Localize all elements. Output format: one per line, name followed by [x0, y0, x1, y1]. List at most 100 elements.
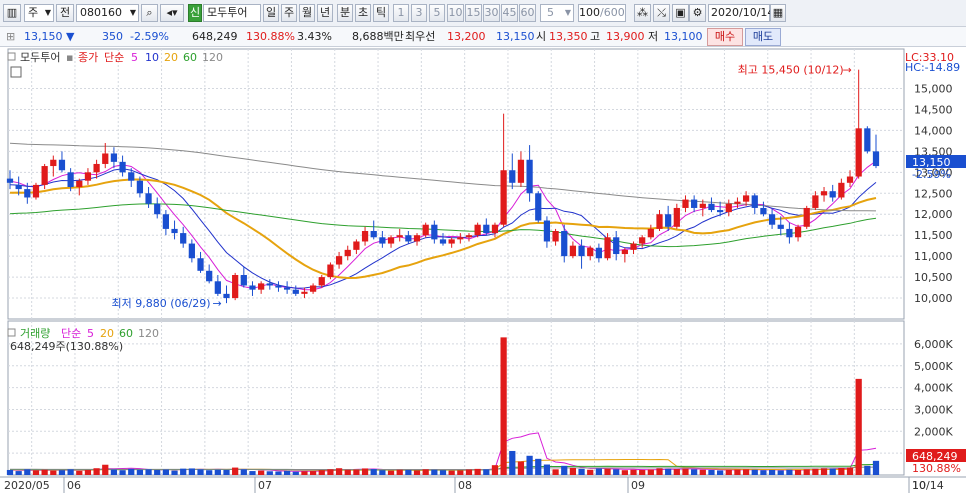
minute-button-45[interactable]: 45	[501, 4, 518, 22]
period-button-year[interactable]: 년	[317, 4, 333, 22]
period-button-second[interactable]: 초	[355, 4, 371, 22]
save-icon[interactable]: ▣	[672, 4, 689, 22]
candle-up	[465, 235, 473, 238]
stock-chart[interactable]: 15,00014,50014,00013,50013,00012,50012,0…	[0, 47, 966, 494]
volume-bar	[465, 469, 473, 475]
volume-bar	[699, 469, 706, 475]
expand-icon[interactable]: ⊞	[6, 30, 15, 44]
volume-bar	[552, 469, 559, 475]
sound-icon[interactable]: ◂▾	[160, 4, 184, 22]
stock-code-input[interactable]: 080160 ▼	[76, 4, 139, 22]
volume-bar	[604, 468, 611, 475]
trend-icon[interactable]: ⤯	[653, 4, 670, 22]
volume-bar	[84, 469, 92, 475]
count-input[interactable]: 100/600	[578, 4, 626, 22]
best-bid: 13,150	[496, 30, 535, 43]
candle-down	[595, 247, 602, 259]
candle-down	[67, 172, 74, 187]
candle-up	[517, 159, 525, 183]
candle-up	[232, 275, 239, 299]
period-button-minute[interactable]: 분	[337, 4, 353, 22]
gear-icon[interactable]: ⚙	[689, 4, 706, 22]
candle-down	[708, 203, 715, 211]
volume-bar	[812, 468, 819, 475]
candle-down	[197, 258, 204, 271]
candle-up	[396, 235, 403, 238]
stock-code-value: 080160	[80, 6, 122, 19]
volume-bar	[734, 469, 741, 475]
candle-down	[292, 289, 299, 294]
candle-down	[240, 275, 247, 286]
candle-down	[439, 239, 447, 244]
minute-button-15[interactable]: 15	[465, 4, 482, 22]
indicator-icon[interactable]: ⁂	[634, 4, 651, 22]
candle-down	[483, 224, 490, 234]
volume-bar	[67, 469, 74, 475]
stock-name-field[interactable]: 모두투어	[203, 4, 261, 22]
candle-up	[76, 180, 83, 187]
mode-button[interactable]: 전	[56, 4, 74, 22]
candle-down	[128, 172, 135, 181]
volume-bar	[794, 469, 802, 475]
period-type-select[interactable]: 주 ▼	[24, 4, 54, 22]
count-value: 100	[579, 6, 600, 19]
candle-up	[838, 182, 845, 198]
minute-button-3[interactable]: 3	[411, 4, 427, 22]
candle-up	[474, 224, 481, 236]
best-quote-label: 최우선	[405, 30, 436, 43]
period-button-day[interactable]: 일	[263, 4, 279, 22]
volume-bar	[110, 469, 118, 475]
candle-up	[344, 249, 351, 257]
chart-area[interactable]: 15,000 14,500 14,000 13,500 13,000 12,500 12,0…	[0, 47, 966, 494]
period-button-month[interactable]: 월	[299, 4, 315, 22]
candle-down	[535, 193, 542, 221]
open-label: 시	[536, 30, 547, 43]
candle-up	[682, 199, 689, 208]
volume-bar	[483, 469, 490, 475]
volume-legend-title: 거래량	[20, 327, 50, 340]
volume-bar	[50, 470, 57, 475]
volume-bar	[561, 465, 568, 475]
volume-bar	[301, 471, 308, 475]
candle-down	[110, 153, 118, 162]
table-icon[interactable]	[10, 66, 22, 78]
volume-bar	[370, 469, 377, 475]
x-axis-label: 09	[631, 479, 645, 492]
volume-bar	[58, 470, 66, 475]
sell-button[interactable]: 매도	[745, 28, 781, 46]
volume-bar	[656, 468, 663, 475]
candle-up	[327, 264, 334, 278]
layout-icon[interactable]: ▥	[3, 4, 21, 22]
candle-down	[6, 178, 14, 183]
volume-bar	[387, 470, 395, 475]
volume-bar	[344, 469, 351, 475]
candle-up	[448, 239, 455, 244]
minute-button-10[interactable]: 10	[447, 4, 464, 22]
candle-up	[855, 128, 862, 177]
buy-button[interactable]: 매수	[707, 28, 743, 46]
candle-down	[829, 191, 836, 198]
candle-up	[656, 214, 663, 229]
minute-button-5[interactable]: 5	[429, 4, 445, 22]
candle-up	[41, 166, 48, 185]
candle-down	[249, 285, 256, 290]
volume-bar	[335, 468, 343, 475]
candle-down	[206, 270, 213, 282]
minute-button-1[interactable]: 1	[393, 4, 409, 22]
x-axis-label: 10/14	[912, 479, 944, 492]
interval-select[interactable]: 5 ▼	[540, 4, 574, 22]
search-icon[interactable]: ⌕	[141, 4, 158, 22]
volume-bar	[422, 469, 429, 475]
calendar-icon[interactable]: ▦	[770, 4, 786, 22]
candle-down	[284, 287, 291, 290]
price-tick-label: 14,000	[914, 124, 953, 137]
volume-bar	[803, 469, 810, 475]
minute-button-60[interactable]: 60	[519, 4, 536, 22]
candle-down	[717, 210, 724, 213]
period-button-week[interactable]: 주	[281, 4, 297, 22]
minute-button-30[interactable]: 30	[483, 4, 500, 22]
date-input[interactable]: 2020/10/14	[708, 4, 774, 22]
candle-down	[786, 228, 793, 238]
period-button-tick[interactable]: 틱	[373, 4, 389, 22]
volume-bar	[786, 469, 793, 475]
